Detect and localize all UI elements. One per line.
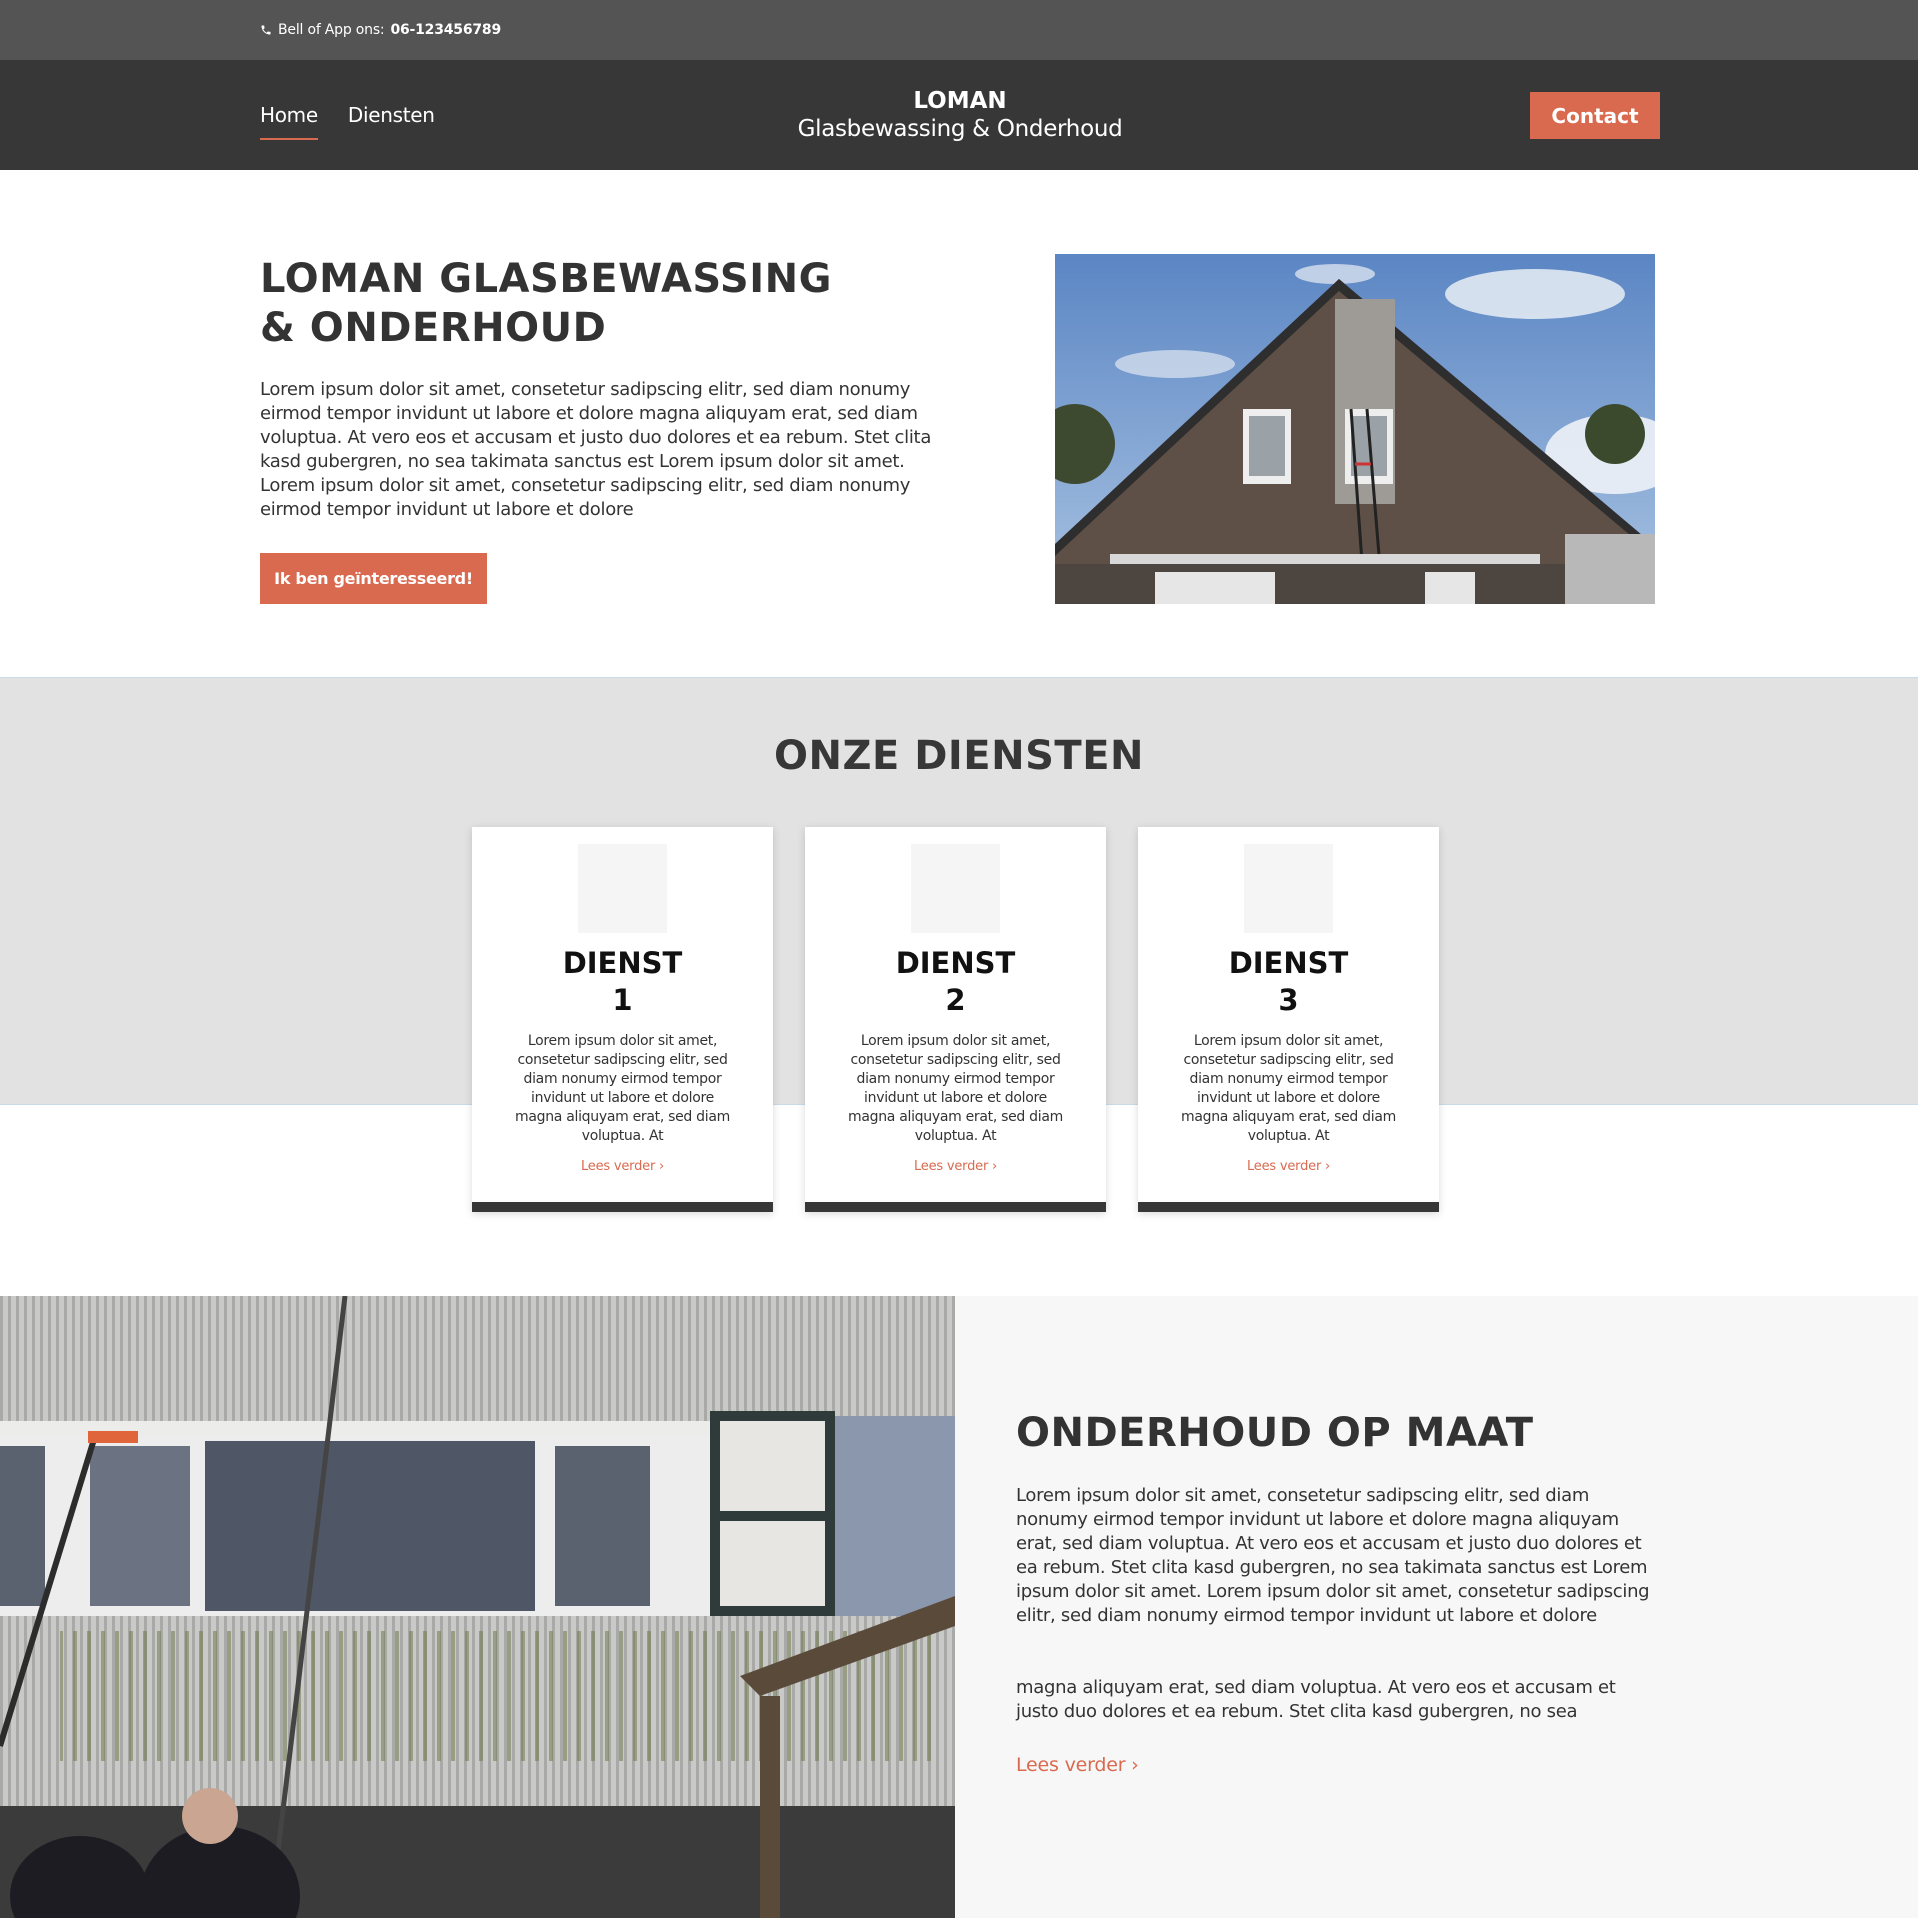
phone-number[interactable]: 06-123456789 — [390, 22, 501, 38]
dienst-title-line2: 2 — [945, 983, 966, 1017]
phone-label: Bell of App ons: — [278, 22, 385, 38]
lees-verder-link[interactable]: Lees verder › — [805, 1159, 1106, 1174]
lees-verder-link[interactable]: Lees verder › — [1138, 1159, 1439, 1174]
lees-verder-link[interactable]: Lees verder › — [472, 1159, 773, 1174]
nav-diensten[interactable]: Diensten — [348, 103, 435, 127]
onderhoud-photo — [0, 1296, 955, 1918]
main-nav: Home Diensten — [260, 103, 435, 140]
hero-text: Lorem ipsum dolor sit amet, consetetur s… — [260, 379, 932, 520]
onderhoud-lees-verder-link[interactable]: Lees verder › — [1016, 1754, 1139, 1776]
brand-tagline: Glasbewassing & Onderhoud — [797, 116, 1123, 142]
onderhoud-text-2: magna aliquyam erat, sed diam voluptua. … — [1016, 1677, 1616, 1722]
dienst-card[interactable]: DIENST 2 Lorem ipsum dolor sit amet, con… — [805, 827, 1106, 1212]
hero-title-line2: & ONDERHOUD — [260, 305, 607, 351]
nav-home[interactable]: Home — [260, 103, 318, 140]
phone-info[interactable]: Bell of App ons: 06-123456789 — [260, 22, 501, 38]
dienst-title: DIENST 2 — [805, 945, 1106, 1019]
dienst-thumbnail — [1244, 844, 1333, 933]
brand-logo[interactable]: LOMAN Glasbewassing & Onderhoud — [700, 88, 1220, 144]
dienst-title-line2: 3 — [1278, 983, 1299, 1017]
dienst-text: Lorem ipsum dolor sit amet, consetetur s… — [1181, 1033, 1396, 1144]
phone-icon — [261, 25, 271, 35]
dienst-text: Lorem ipsum dolor sit amet, consetetur s… — [515, 1033, 730, 1144]
dienst-title-line1: DIENST — [1228, 946, 1349, 980]
brand-name: LOMAN — [913, 88, 1007, 114]
dienst-title-line1: DIENST — [562, 946, 683, 980]
onderhoud-title: ONDERHOUD OP MAAT — [1016, 1410, 1534, 1456]
interested-button[interactable]: Ik ben geïnteresseerd! — [260, 553, 487, 604]
dienst-thumbnail — [911, 844, 1000, 933]
hero-title: LOMAN GLASBEWASSING & ONDERHOUD — [260, 255, 832, 353]
diensten-title: ONZE DIENSTEN — [773, 733, 1144, 779]
contact-button[interactable]: Contact — [1530, 92, 1660, 139]
dienst-title: DIENST 1 — [472, 945, 773, 1019]
dienst-text: Lorem ipsum dolor sit amet, consetetur s… — [848, 1033, 1063, 1144]
onderhoud-text: Lorem ipsum dolor sit amet, consetetur s… — [1016, 1485, 1650, 1626]
dienst-title: DIENST 3 — [1138, 945, 1439, 1019]
dienst-thumbnail — [578, 844, 667, 933]
dienst-card[interactable]: DIENST 1 Lorem ipsum dolor sit amet, con… — [472, 827, 773, 1212]
hero-title-line1: LOMAN GLASBEWASSING — [260, 256, 832, 302]
dienst-title-line1: DIENST — [895, 946, 1016, 980]
dienst-card[interactable]: DIENST 3 Lorem ipsum dolor sit amet, con… — [1138, 827, 1439, 1212]
top-bar: Bell of App ons: 06-123456789 — [0, 0, 1918, 60]
dienst-title-line2: 1 — [612, 983, 633, 1017]
site-header: Home Diensten LOMAN Glasbewassing & Onde… — [0, 60, 1918, 170]
hero-house-photo — [1055, 254, 1655, 604]
